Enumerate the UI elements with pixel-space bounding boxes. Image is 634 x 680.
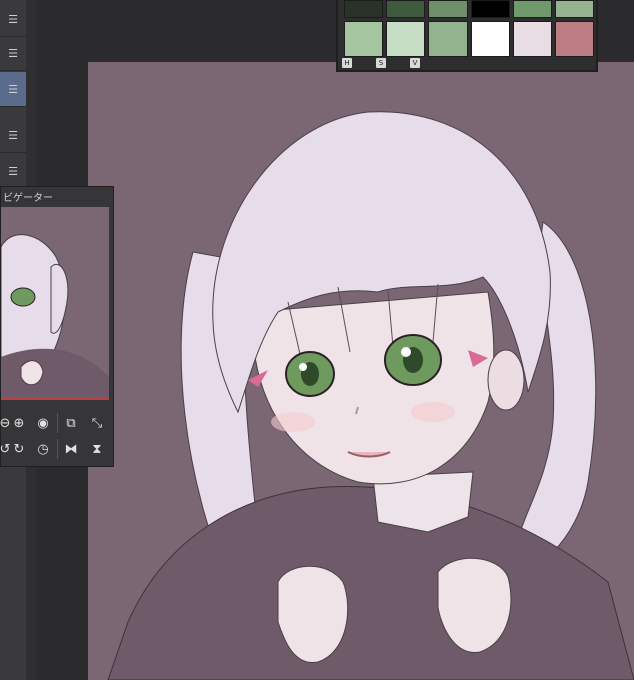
- menu-icon: ☰: [8, 128, 18, 142]
- navigator-panel: ビゲーター ⊖ ⊕ ◉ ⧉ ⤡ ↺ ↻ ◷ ⧓ ⧗: [0, 186, 114, 467]
- color-swatch[interactable]: [512, 21, 552, 57]
- strip-menu-button[interactable]: ☰: [0, 2, 26, 37]
- reset-rotation-icon: ◷: [37, 441, 49, 457]
- rotate-right-button[interactable]: ↻: [9, 439, 29, 459]
- strip-menu-button[interactable]: ☰: [0, 36, 26, 71]
- rotate-right-icon: ↻: [13, 441, 25, 457]
- zoom-in-icon: ⊕: [13, 415, 25, 431]
- flip-vertical-icon: ⧗: [92, 441, 102, 457]
- illustration: [107, 111, 634, 680]
- hue-mode-button[interactable]: H: [342, 58, 352, 68]
- flip-horizontal-icon: ⧓: [64, 441, 78, 457]
- color-swatch[interactable]: [512, 0, 552, 18]
- color-set-panel: H S V: [336, 0, 598, 72]
- color-swatch[interactable]: [386, 0, 426, 18]
- color-swatch[interactable]: [428, 21, 468, 57]
- saturation-mode-button[interactable]: S: [376, 58, 386, 68]
- flip-horizontal-button[interactable]: ⧓: [61, 439, 81, 459]
- fit-icon: ⧉: [66, 415, 76, 431]
- toolbar-separator: [57, 439, 58, 459]
- color-swatch[interactable]: [554, 0, 594, 18]
- navigator-title: ビゲーター: [3, 193, 53, 204]
- fit-button[interactable]: ⧉: [61, 413, 81, 433]
- reset-rotation-button[interactable]: ◷: [33, 439, 53, 459]
- color-swatch[interactable]: [470, 0, 510, 18]
- strip-menu-button[interactable]: ☰: [0, 118, 26, 153]
- stop-icon: ◉: [37, 415, 49, 431]
- hsv-mode-row: H S V: [342, 58, 420, 68]
- menu-icon: ☰: [8, 164, 18, 178]
- drawing-canvas[interactable]: [88, 62, 634, 680]
- menu-icon: ☰: [8, 46, 18, 60]
- toolbar-separator: [57, 413, 58, 433]
- actual-size-button[interactable]: ⤡: [87, 413, 107, 433]
- menu-icon: ☰: [8, 82, 18, 96]
- color-swatch[interactable]: [554, 21, 594, 57]
- navigator-preview: [1, 234, 109, 397]
- strip-menu-button[interactable]: ☰: [0, 154, 26, 189]
- color-swatch[interactable]: [344, 0, 384, 18]
- flip-vertical-button[interactable]: ⧗: [87, 439, 107, 459]
- color-swatch[interactable]: [428, 0, 468, 18]
- menu-icon: ☰: [8, 12, 18, 26]
- zoom-in-button[interactable]: ⊕: [9, 413, 29, 433]
- color-swatch[interactable]: [386, 21, 426, 57]
- stop-button[interactable]: ◉: [33, 413, 53, 433]
- actual-size-icon: ⤡: [91, 415, 103, 431]
- strip-menu-button-active[interactable]: ☰: [0, 72, 26, 107]
- navigator-thumbnail[interactable]: [1, 207, 109, 400]
- value-mode-button[interactable]: V: [410, 58, 420, 68]
- color-swatch[interactable]: [344, 21, 384, 57]
- color-swatch[interactable]: [470, 21, 510, 57]
- color-swatch-grid: [344, 0, 594, 57]
